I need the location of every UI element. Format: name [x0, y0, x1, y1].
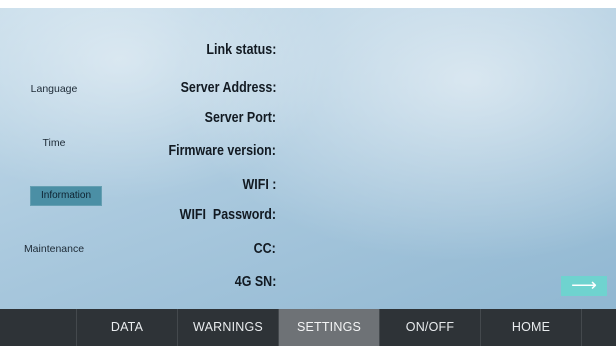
settings-screen: Language Time Information Maintenance Li…	[0, 0, 616, 346]
tab-home[interactable]: HOME	[481, 309, 582, 346]
label-4g-sn: 4G SN:	[234, 274, 276, 290]
tab-data[interactable]: DATA	[77, 309, 178, 346]
arrow-right-icon: ⟶	[571, 275, 597, 295]
top-strip	[0, 0, 616, 8]
label-wifi: WIFI :	[242, 177, 276, 193]
menu-item-information[interactable]: Information	[30, 186, 102, 206]
nav-spacer	[0, 309, 77, 346]
menu-item-language[interactable]: Language	[0, 83, 108, 95]
tab-warnings[interactable]: WARNINGS	[178, 309, 279, 346]
bottom-nav: DATA WARNINGS SETTINGS ON/OFF HOME	[0, 309, 616, 346]
label-server-port: Server Port:	[204, 110, 276, 126]
next-page-button[interactable]: ⟶	[561, 276, 607, 296]
label-link-status: Link status:	[206, 42, 276, 58]
nav-tail	[582, 309, 616, 346]
tab-on-off[interactable]: ON/OFF	[380, 309, 481, 346]
label-wifi-password: WIFI Password:	[179, 207, 276, 223]
label-server-address: Server Address:	[180, 80, 276, 96]
menu-item-time[interactable]: Time	[0, 137, 108, 149]
tab-settings[interactable]: SETTINGS	[279, 309, 380, 346]
menu-item-maintenance[interactable]: Maintenance	[0, 243, 108, 255]
label-firmware-version: Firmware version:	[168, 143, 276, 159]
label-cc: CC:	[253, 241, 276, 257]
